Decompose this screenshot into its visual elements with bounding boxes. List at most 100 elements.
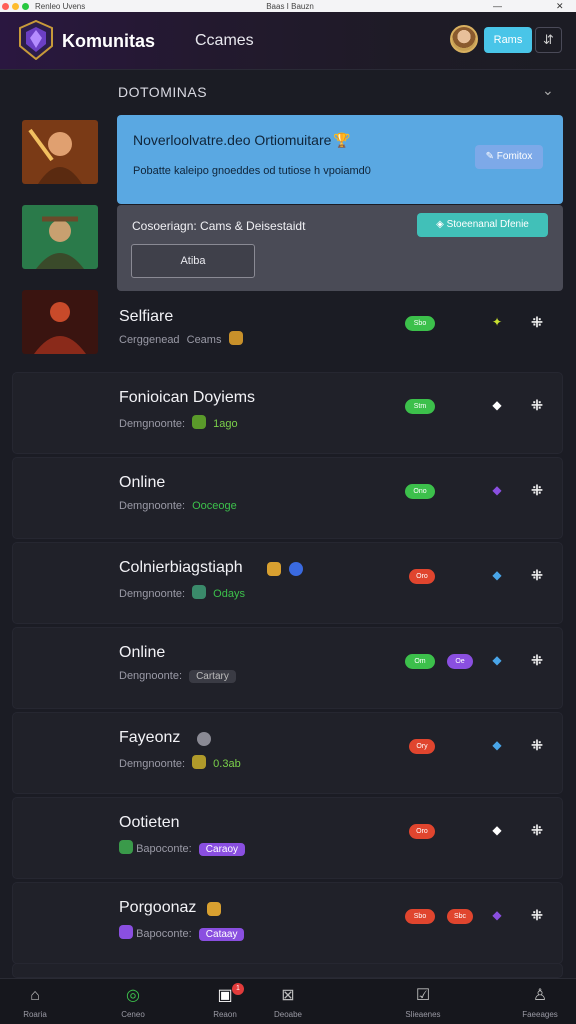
more-icon[interactable]: ⁜ [529,314,545,330]
minimize-button[interactable]: — [493,0,502,12]
status-badge: Ory [409,739,435,754]
game-title: Fayeonz [119,729,181,746]
game-subtitle: Demgnoonte: Ooceoge [119,500,237,512]
bottom-navigation: ⌂ Roaria ◎ Ceneo ▣ 1 Reaon ⊠ Deoabe ☑ Sl… [0,978,576,1024]
list-item[interactable]: Ootieten Bapoconte: Caraoy Oro ◆ ⁜ [12,797,563,879]
more-icon[interactable]: ⁜ [529,567,545,583]
status-badge: Oro [409,824,435,839]
edit-button-label: Fomitox [496,151,533,162]
subtitle-label: Demgnoonte: [119,418,186,430]
minimize-dot-icon[interactable] [12,2,19,10]
game-title: Porgoonaz [119,899,197,916]
game-subtitle: Cerggenead Ceams [119,331,243,346]
community-banner[interactable]: Noverloolvatre.deo Ortiomuitare 🏆 Pobatt… [117,115,563,204]
close-dot-icon[interactable] [2,2,9,10]
close-button[interactable]: ✕ [556,0,564,12]
nav-label: Faeeages [522,1010,558,1019]
game-thumbnail[interactable] [22,120,98,184]
clipboard-icon: ☑ [415,987,431,1004]
app-logo-icon[interactable] [18,19,54,61]
more-icon[interactable]: ⁜ [529,652,545,668]
trophy-icon [267,562,281,576]
diamond-icon[interactable]: ◆ [489,567,505,583]
list-item[interactable]: Selfiare Cerggenead Ceams Sbo ✦ ⁜ [12,287,563,369]
badge-icon [197,732,211,746]
edit-button[interactable]: ✎ Fomitox [475,145,543,169]
game-title: Colnierbiagstiaph [119,559,243,576]
header-action-button[interactable]: Rams [484,27,532,53]
nav-item-tasks[interactable]: ☑ Slieaenes [388,979,458,1024]
nav-item-profile[interactable]: ♙ Faeeages [505,979,575,1024]
nav-item-library[interactable]: ▣ 1 Reaon [190,979,260,1024]
controller-icon: ⊠ [281,987,295,1004]
trophy-icon: 🏆 [333,132,351,148]
list-item[interactable]: Fayeonz Demgnoonte: 0.3ab Ory ◆ ⁜ [12,712,563,794]
auto-button[interactable]: Atiba [131,244,255,278]
title-badges [263,561,304,579]
nav-label: Reaon [213,1010,237,1019]
sparkle-icon[interactable]: ✦ [489,314,505,330]
game-title: Online [119,474,166,491]
subtitle-value: 1ago [213,418,238,430]
nav-label: Roaria [23,1010,47,1019]
zoom-dot-icon[interactable] [22,2,29,10]
diamond-icon[interactable]: ◆ [489,397,505,413]
more-icon[interactable]: ⁜ [529,397,545,413]
list-item[interactable]: Online Demgnoonte: Ooceoge Ono ◆ ⁜ [12,457,563,539]
more-icon[interactable]: ⁜ [529,822,545,838]
list-item[interactable]: Colnierbiagstiaph Demgnoonte: Odays Oro … [12,542,563,624]
window-title-center: Baas I Bauzn [266,1,314,11]
category-tag: Caraoy [198,843,246,856]
diamond-icon[interactable]: ◆ [489,822,505,838]
game-subtitle: Demgnoonte: 1ago [119,415,238,430]
game-subtitle: Demgnoonte: Odays [119,585,245,600]
subtitle-value: 0.3ab [213,758,241,770]
list-item[interactable]: Online Dengnoonte: Cartary Om Oe ◆ ⁜ [12,627,563,709]
emoji-icon [192,755,207,769]
brand-name[interactable]: Komunitas [62,31,155,52]
status-badge-secondary: Oe [447,654,473,669]
category-panel: Cosoeriagn: Cams & Deisestaidt ◈ Stoeena… [117,205,563,291]
notification-badge: 1 [232,983,244,995]
nav-item-explore[interactable]: ◎ Ceneo [98,979,168,1024]
profile-icon: ♙ [532,987,548,1004]
trophy-icon [207,902,221,916]
menu-icon[interactable]: ⇵ [535,27,562,53]
emoji-icon [192,415,207,429]
nav-item-home[interactable]: ⌂ Roaria [0,979,70,1024]
subtitle-value: Ooceoge [192,500,237,512]
subtitle-label: Demgnoonte: [119,758,186,770]
chevron-down-icon[interactable]: ⌄ [542,82,554,99]
status-badge: Om [405,654,435,669]
special-button-label: Stoeenanal Dfenie [446,219,529,230]
game-subtitle: Bapoconte: Caraoy [119,840,246,856]
nav-item-games[interactable]: ⊠ Deoabe [253,979,323,1024]
banner-text: Pobatte kaleipo gnoeddes od tutiose h vp… [133,165,371,177]
banner-title: Noverloolvatre.deo Ortiomuitare [133,132,332,148]
more-icon[interactable]: ⁜ [529,907,545,923]
category-title: Cosoeriagn: Cams & Deisestaidt [132,219,306,233]
more-icon[interactable]: ⁜ [529,737,545,753]
emoji-icon [192,585,207,599]
list-item[interactable]: Fonioican Doyiems Demgnoonte: 1ago Stm ◆… [12,372,563,454]
diamond-icon[interactable]: ◆ [489,737,505,753]
diamond-icon[interactable]: ◆ [489,652,505,668]
game-title: Ootieten [119,814,180,831]
avatar[interactable] [450,25,478,53]
game-thumbnail[interactable] [22,205,98,269]
game-title: Selfiare [119,308,174,325]
diamond-icon[interactable]: ◆ [489,907,505,923]
status-badge: Ono [405,484,435,499]
category-tag: Cartary [189,670,236,683]
status-badge-secondary: Sbc [447,909,473,924]
list-item[interactable]: Porgoonaz Bapoconte: Cataay Sbo Sbc ◆ ⁜ [12,882,563,964]
special-button[interactable]: ◈ Stoeenanal Dfenie [417,213,548,237]
window-controls[interactable] [2,2,29,10]
list-item[interactable] [12,963,563,978]
verified-icon [289,562,304,576]
tag-icon: ◈ [436,219,447,230]
more-icon[interactable]: ⁜ [529,482,545,498]
diamond-icon[interactable]: ◆ [489,482,505,498]
nav-games-link[interactable]: Ccames [195,32,254,50]
home-icon: ⌂ [30,987,40,1004]
